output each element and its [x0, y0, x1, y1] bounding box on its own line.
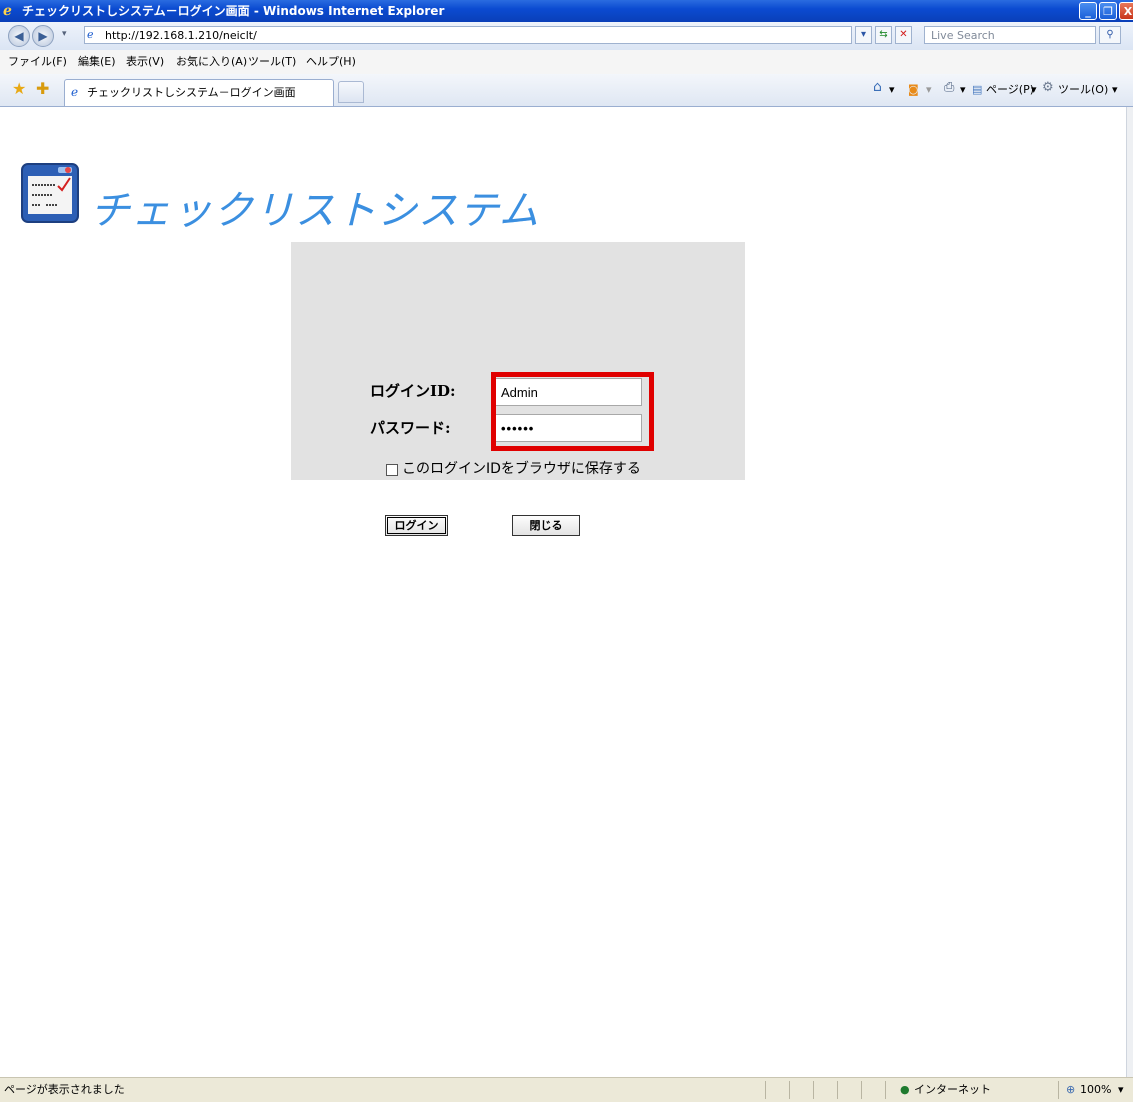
minimize-button[interactable]: _	[1079, 2, 1097, 20]
menu-help[interactable]: ヘルプ(H)	[306, 55, 356, 69]
refresh-icon: ⇆	[879, 29, 888, 40]
page-menu-icon[interactable]: ▤	[972, 83, 982, 97]
login-id-field[interactable]	[494, 378, 642, 406]
status-separator	[1058, 1081, 1059, 1099]
menu-edit[interactable]: 編集(E)	[78, 55, 116, 69]
feeds-dropdown-icon[interactable]: ▾	[926, 83, 932, 97]
page-menu-dropdown-icon[interactable]: ▾	[1031, 83, 1037, 97]
vertical-scrollbar[interactable]	[1126, 107, 1133, 1077]
status-separator	[861, 1081, 862, 1099]
print-dropdown-icon[interactable]: ▾	[960, 83, 966, 97]
status-bar: ページが表示されました ● インターネット ⊕ 100% ▾	[0, 1077, 1133, 1102]
page-menu-label[interactable]: ページ(P)	[986, 83, 1034, 97]
password-label: パスワード:	[370, 419, 451, 437]
forward-button[interactable]: ▶	[32, 25, 54, 47]
tab-page-icon: ℯ	[71, 85, 79, 99]
login-id-label: ログインID:	[370, 382, 456, 400]
page-icon: ℯ	[87, 28, 94, 41]
checklist-logo-icon	[21, 163, 79, 223]
status-separator	[765, 1081, 766, 1099]
stop-button[interactable]: ✕	[895, 26, 912, 44]
remember-login-checkbox[interactable]	[386, 464, 398, 476]
stop-icon: ✕	[899, 29, 908, 40]
home-dropdown-icon[interactable]: ▾	[889, 83, 895, 97]
menu-favorites[interactable]: お気に入り(A)	[176, 55, 247, 69]
address-dropdown-button[interactable]: ▾	[855, 26, 872, 44]
search-input[interactable]: Live Search	[924, 26, 1096, 44]
tab-bar: ★ ✚ ℯ チェックリストしシステム－ログイン画面 ⌂ ▾ ◙ ▾ ⎙ ▾ ▤ …	[0, 74, 1133, 107]
search-placeholder: Live Search	[931, 29, 995, 42]
zoom-icon[interactable]: ⊕	[1066, 1083, 1075, 1097]
status-separator	[813, 1081, 814, 1099]
home-icon[interactable]: ⌂	[873, 80, 882, 94]
forward-arrow-icon: ▶	[38, 29, 48, 43]
gear-icon[interactable]: ⚙	[1042, 81, 1054, 95]
search-icon: ⚲	[1106, 29, 1114, 40]
back-button[interactable]: ◀	[8, 25, 30, 47]
maximize-button[interactable]: ❐	[1099, 2, 1117, 20]
favorites-center-star-icon[interactable]: ★	[12, 81, 26, 97]
internet-globe-icon: ●	[900, 1083, 910, 1096]
refresh-button[interactable]: ⇆	[875, 26, 892, 44]
menu-bar: ファイル(F) 編集(E) 表示(V) お気に入り(A) ツール(T) ヘルプ(…	[0, 50, 1133, 75]
history-dropdown-icon[interactable]: ▾	[62, 29, 67, 39]
window-titlebar: ℯ チェックリストしシステム－ログイン画面 - Windows Internet…	[0, 0, 1133, 22]
print-icon[interactable]: ⎙	[944, 81, 954, 95]
menu-tools[interactable]: ツール(T)	[248, 55, 296, 69]
zoom-dropdown-icon[interactable]: ▾	[1118, 1083, 1124, 1097]
zoom-level[interactable]: 100%	[1080, 1083, 1111, 1097]
password-field[interactable]	[494, 414, 642, 442]
status-separator	[885, 1081, 886, 1099]
menu-view[interactable]: 表示(V)	[126, 55, 164, 69]
address-toolbar: ◀ ▶ ▾ ℯ http://192.168.1.210/neiclt/ ▾ ⇆…	[0, 22, 1133, 51]
status-separator	[789, 1081, 790, 1099]
menu-file[interactable]: ファイル(F)	[8, 55, 67, 69]
remember-login-label: このログインIDをブラウザに保存する	[402, 461, 641, 477]
chevron-down-icon: ▾	[860, 29, 867, 40]
login-panel	[291, 242, 745, 480]
tab-label: チェックリストしシステム－ログイン画面	[87, 86, 296, 99]
search-button[interactable]: ⚲	[1099, 26, 1121, 44]
add-favorites-icon[interactable]: ✚	[36, 81, 49, 97]
feeds-icon[interactable]: ◙	[908, 83, 919, 97]
close-window-button[interactable]: X	[1119, 2, 1133, 20]
login-button[interactable]: ログイン	[385, 515, 448, 536]
address-url[interactable]: http://192.168.1.210/neiclt/	[105, 29, 257, 42]
app-title: チェックリストシステム	[90, 188, 540, 234]
window-title: チェックリストしシステム－ログイン画面 - Windows Internet E…	[22, 4, 445, 18]
tools-menu-dropdown-icon[interactable]: ▾	[1112, 83, 1118, 97]
status-message: ページが表示されました	[4, 1083, 125, 1096]
tools-menu-label[interactable]: ツール(O)	[1058, 83, 1108, 97]
status-separator	[837, 1081, 838, 1099]
tab-login[interactable]: ℯ チェックリストしシステム－ログイン画面	[64, 79, 334, 106]
back-arrow-icon: ◀	[14, 29, 24, 43]
address-field[interactable]: ℯ http://192.168.1.210/neiclt/	[84, 26, 852, 44]
security-zone: インターネット	[914, 1083, 991, 1096]
new-tab-button[interactable]	[338, 81, 364, 103]
close-button[interactable]: 閉じる	[512, 515, 580, 536]
ie-logo-icon: ℯ	[3, 3, 12, 19]
